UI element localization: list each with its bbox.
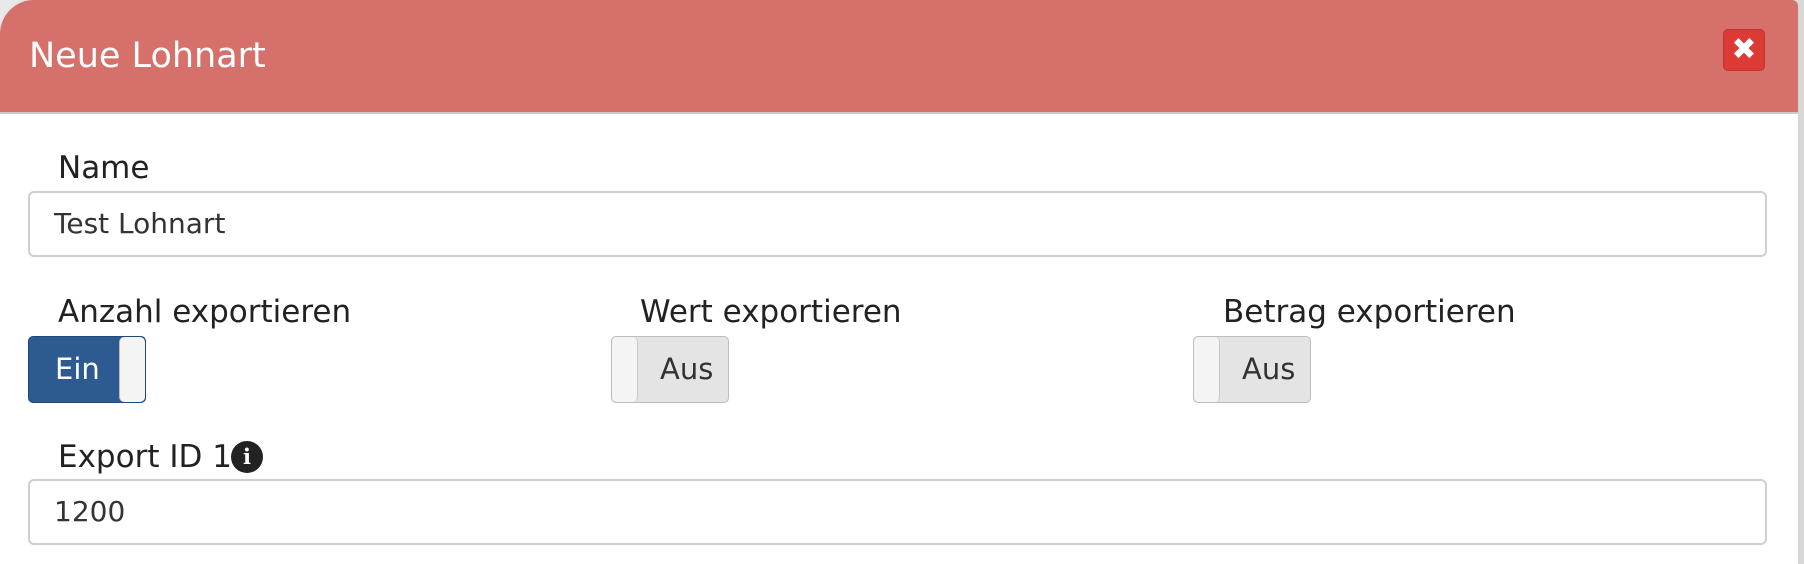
name-input[interactable]: Test Lohnart <box>28 191 1767 257</box>
close-button[interactable]: ✖ <box>1723 29 1765 71</box>
betrag-exportieren-toggle[interactable]: Aus <box>1193 336 1311 403</box>
close-icon: ✖ <box>1731 32 1757 67</box>
export-id-1-input[interactable]: 1200 <box>28 479 1767 545</box>
export-id-1-label: Export ID 1 <box>58 439 232 475</box>
toggle-handle <box>612 337 638 402</box>
toggle-state-text: Aus <box>660 352 714 386</box>
wert-exportieren-label: Wert exportieren <box>640 294 902 330</box>
dialog-title: Neue Lohnart <box>29 36 266 76</box>
wert-exportieren-toggle[interactable]: Aus <box>611 336 729 403</box>
toggle-handle <box>1194 337 1220 402</box>
anzahl-exportieren-toggle[interactable]: Ein <box>28 336 146 403</box>
name-label: Name <box>58 150 150 186</box>
info-icon[interactable]: i <box>231 441 263 473</box>
toggle-state-text: Aus <box>1242 352 1296 386</box>
dialog-header: Neue Lohnart ✖ <box>0 0 1798 114</box>
toggle-state-text: Ein <box>55 352 100 386</box>
anzahl-exportieren-label: Anzahl exportieren <box>58 294 352 330</box>
betrag-exportieren-label: Betrag exportieren <box>1223 294 1516 330</box>
dialog: Neue Lohnart ✖ Name Test Lohnart Anzahl … <box>0 0 1798 564</box>
background-strip <box>1798 0 1804 564</box>
toggle-handle <box>119 337 145 402</box>
